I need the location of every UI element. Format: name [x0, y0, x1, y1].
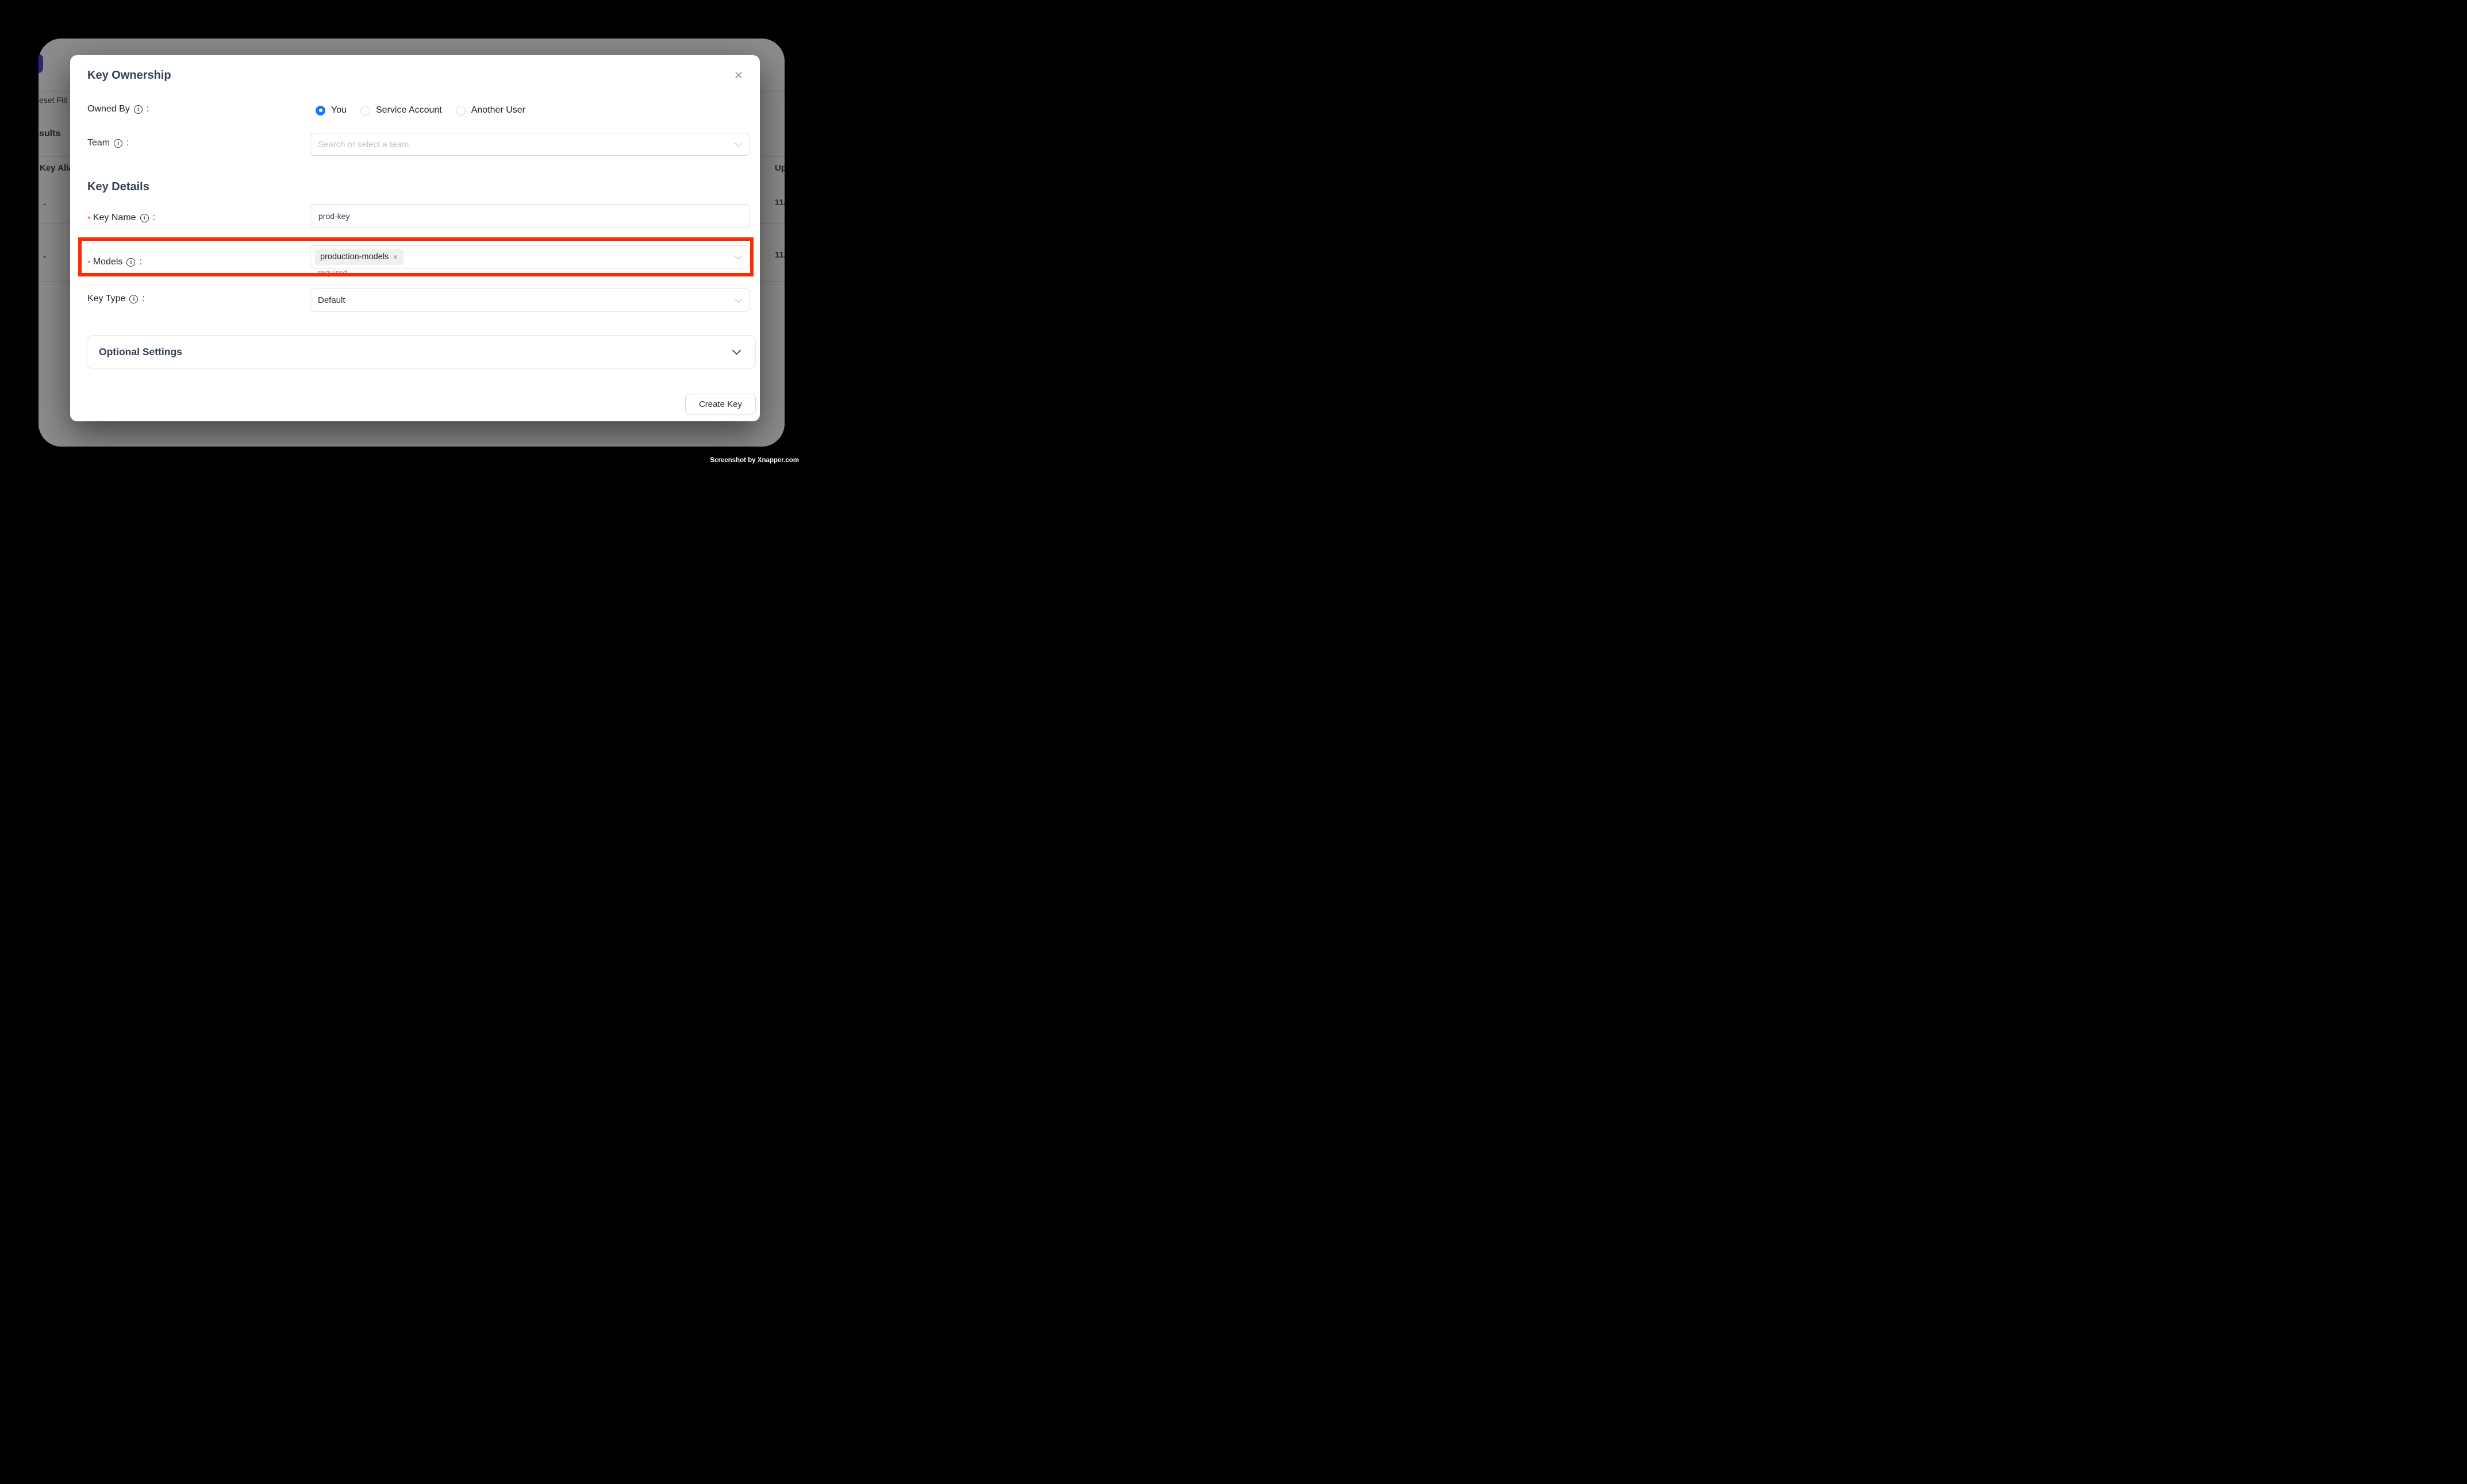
- modal-section-title-key-ownership: Key Ownership: [87, 69, 171, 82]
- selected-model-tag: production-models ✕: [315, 249, 404, 265]
- watermark-text: Screenshot by Xnapper.com: [710, 457, 799, 464]
- key-type-label: Key Type i:: [87, 294, 145, 304]
- info-icon[interactable]: i: [140, 214, 149, 222]
- radio-dot: [319, 109, 322, 112]
- radio-option-service-account[interactable]: Service Account: [360, 105, 442, 116]
- create-key-modal: Key Ownership ✕ Owned By i: You Service A…: [70, 55, 760, 421]
- team-select[interactable]: Search or select a team: [310, 133, 750, 156]
- key-type-label-text: Key Type: [87, 294, 125, 304]
- info-icon[interactable]: i: [134, 105, 143, 114]
- owned-by-label: Owned By i:: [87, 104, 149, 114]
- key-type-select[interactable]: Default: [310, 289, 750, 312]
- key-type-select-value: Default: [318, 295, 345, 305]
- team-label-text: Team: [87, 138, 110, 148]
- selected-model-tag-text: production-models: [320, 252, 389, 262]
- label-colon: :: [126, 138, 129, 148]
- radio-unselected-icon[interactable]: [360, 106, 370, 116]
- team-label: Teami:: [87, 138, 129, 148]
- chevron-down-icon: [735, 140, 742, 147]
- label-colon: :: [139, 257, 141, 267]
- models-label: *Modelsi:: [87, 257, 142, 267]
- key-name-input[interactable]: [310, 204, 750, 228]
- label-colon: :: [153, 213, 155, 223]
- owned-by-radio-group: You Service Account Another User: [316, 104, 539, 117]
- create-key-button[interactable]: Create Key: [685, 394, 756, 414]
- label-colon: :: [147, 104, 149, 114]
- radio-label-you[interactable]: You: [331, 105, 347, 116]
- info-icon[interactable]: i: [126, 258, 135, 267]
- radio-selected-icon[interactable]: [316, 106, 325, 116]
- optional-settings-title: Optional Settings: [99, 346, 182, 358]
- required-asterisk: *: [87, 259, 91, 268]
- owned-by-label-text: Owned By: [87, 104, 130, 114]
- label-colon: :: [142, 294, 144, 304]
- optional-settings-accordion[interactable]: Optional Settings: [87, 335, 756, 368]
- radio-option-you[interactable]: You: [316, 105, 347, 116]
- remove-tag-icon[interactable]: ✕: [393, 253, 398, 261]
- required-asterisk: *: [87, 214, 91, 224]
- close-icon[interactable]: ✕: [729, 66, 748, 85]
- key-name-label: *Key Name i:: [87, 213, 155, 223]
- radio-label-another-user[interactable]: Another User: [471, 105, 525, 116]
- radio-option-another-user[interactable]: Another User: [456, 105, 525, 116]
- chevron-down-icon: [735, 252, 742, 260]
- team-select-placeholder: Search or select a team: [318, 140, 409, 149]
- models-label-text: Models: [93, 257, 123, 267]
- radio-label-service-account[interactable]: Service Account: [376, 105, 442, 116]
- radio-unselected-icon[interactable]: [456, 106, 466, 116]
- info-icon[interactable]: i: [129, 295, 138, 303]
- modal-section-title-key-details: Key Details: [87, 180, 149, 194]
- chevron-down-icon: [735, 295, 742, 303]
- chevron-down-icon: [732, 345, 741, 355]
- info-icon[interactable]: i: [114, 139, 122, 148]
- models-required-hint: required: [318, 268, 347, 277]
- models-select[interactable]: production-models ✕: [310, 245, 750, 268]
- key-name-label-text: Key Name: [93, 213, 136, 223]
